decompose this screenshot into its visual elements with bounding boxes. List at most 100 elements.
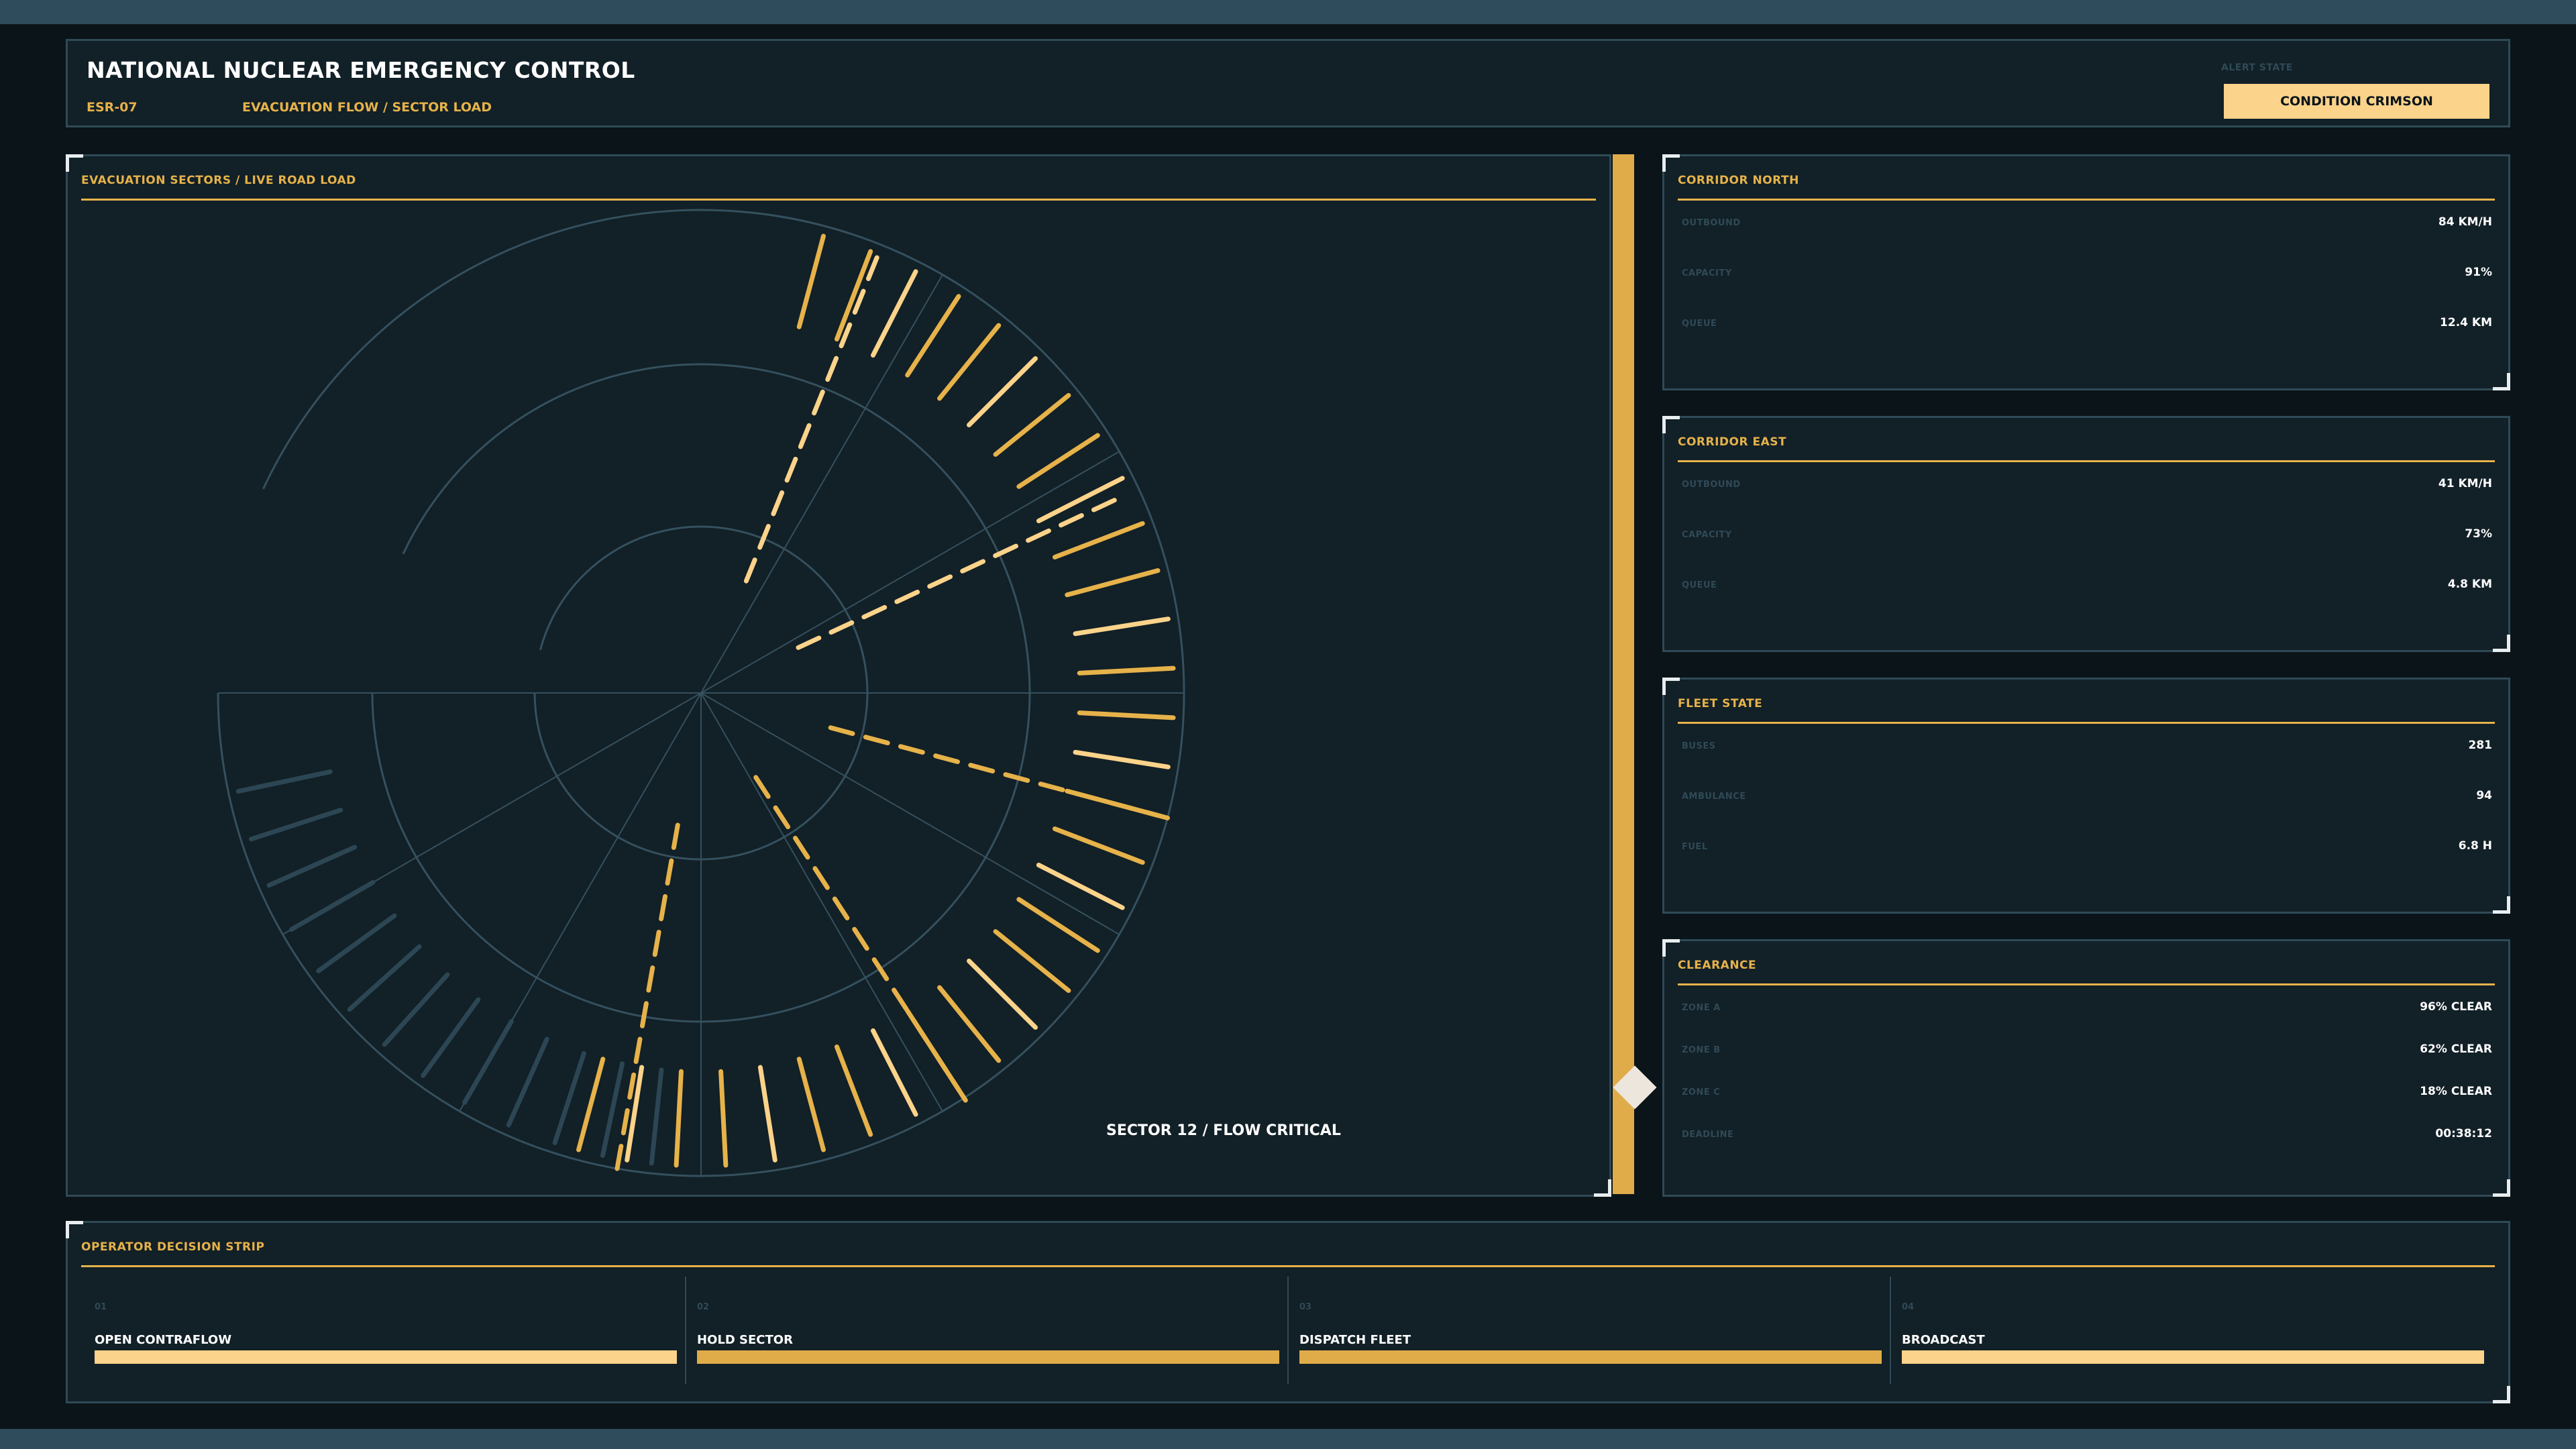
stat-value: 18% CLEAR xyxy=(2420,1085,2492,1098)
stat-label: CAPACITY xyxy=(1682,268,1732,278)
stat-label: OUTBOUND xyxy=(1682,218,1741,228)
card-title: CLEARANCE xyxy=(1678,959,2495,985)
road-load-bar xyxy=(967,959,1038,1030)
sector-spoke xyxy=(700,274,943,694)
operator-decision-strip: OPERATOR DECISION STRIP 01 OPEN CONTRAFL… xyxy=(66,1221,2510,1403)
corridor-north-card: CORRIDOR NORTH OUTBOUND 84 KM/H CAPACITY… xyxy=(1662,154,2510,390)
stat-value: 73% xyxy=(2465,527,2492,541)
road-load-bar-idle xyxy=(382,972,450,1047)
road-load-bar xyxy=(718,1069,729,1168)
stat-value: 6.8 H xyxy=(2458,839,2492,853)
sector-spoke xyxy=(700,451,1120,694)
hold-sector-button[interactable] xyxy=(697,1350,1279,1364)
road-load-bar xyxy=(796,233,826,329)
evacuation-route xyxy=(753,775,971,1106)
stat-label: BUSES xyxy=(1682,741,1716,751)
option-label: OPEN CONTRAFLOW xyxy=(95,1333,232,1347)
road-load-bar xyxy=(1052,521,1145,560)
road-load-bar xyxy=(905,294,961,378)
option-label: DISPATCH FLEET xyxy=(1299,1333,1411,1347)
road-load-bar-idle xyxy=(249,808,343,842)
decision-option-hold-sector[interactable]: 02 HOLD SECTOR xyxy=(670,1274,1279,1387)
road-load-bar-idle xyxy=(235,769,333,794)
card-title: FLEET STATE xyxy=(1678,697,2495,724)
stat-label: QUEUE xyxy=(1682,319,1717,329)
decision-option-open-contraflow[interactable]: 01 OPEN CONTRAFLOW xyxy=(68,1274,677,1387)
option-number: 02 xyxy=(697,1302,710,1312)
open-contraflow-button[interactable] xyxy=(95,1350,677,1364)
road-load-bar xyxy=(1073,616,1171,637)
corner-bracket xyxy=(2493,896,2510,914)
corner-bracket xyxy=(1662,678,1680,695)
corner-bracket xyxy=(66,1221,83,1238)
stat-value: 12.4 KM xyxy=(2440,316,2492,329)
stat-label: ZONE C xyxy=(1682,1087,1721,1097)
corner-bracket xyxy=(2493,1386,2510,1403)
option-label: HOLD SECTOR xyxy=(697,1333,793,1347)
road-load-bar xyxy=(993,929,1071,994)
stat-label: QUEUE xyxy=(1682,580,1717,590)
system-code: ESR-07 xyxy=(87,100,138,115)
road-load-bar xyxy=(1016,433,1100,489)
dispatch-fleet-button[interactable] xyxy=(1299,1350,1882,1364)
road-load-bar xyxy=(1073,749,1171,769)
road-load-bar xyxy=(1065,568,1161,598)
road-load-bar xyxy=(1077,710,1176,720)
corner-bracket xyxy=(1662,416,1680,433)
stat-label: FUEL xyxy=(1682,842,1708,852)
sector-status-label: SECTOR 12 / FLOW CRITICAL xyxy=(1106,1122,1341,1139)
stat-label: AMBULANCE xyxy=(1682,792,1746,802)
road-load-bar-idle xyxy=(347,944,422,1012)
road-load-bar xyxy=(576,1057,606,1152)
corner-bracket xyxy=(1662,939,1680,957)
view-name: EVACUATION FLOW / SECTOR LOAD xyxy=(242,100,492,115)
decision-option-dispatch-fleet[interactable]: 03 DISPATCH FLEET xyxy=(1273,1274,1882,1387)
evacuation-route xyxy=(796,492,1129,650)
road-load-bar xyxy=(1016,897,1100,953)
stat-value: 4.8 KM xyxy=(2447,578,2492,591)
stat-label: OUTBOUND xyxy=(1682,480,1741,490)
corner-bracket xyxy=(2493,373,2510,390)
card-title: CORRIDOR NORTH xyxy=(1678,174,2495,201)
road-load-bar-idle xyxy=(506,1036,549,1128)
road-load-bar xyxy=(757,1065,777,1163)
corner-bracket xyxy=(2493,635,2510,652)
strip-title: OPERATOR DECISION STRIP xyxy=(81,1240,2495,1267)
road-load-bar xyxy=(871,1028,918,1117)
road-load-bar xyxy=(937,985,1002,1063)
alert-state-label: ALERT STATE xyxy=(2221,62,2293,73)
stat-value: 00:38:12 xyxy=(2435,1127,2492,1140)
decision-option-broadcast[interactable]: 04 BROADCAST xyxy=(1875,1274,2484,1387)
evacuation-route xyxy=(614,822,680,1171)
corner-bracket xyxy=(1662,154,1680,172)
road-load-bar xyxy=(1077,665,1176,676)
road-load-bar-idle xyxy=(552,1051,586,1145)
sector-spoke xyxy=(700,692,943,1112)
road-load-bar xyxy=(937,323,1002,401)
option-number: 03 xyxy=(1299,1302,1312,1312)
corner-bracket xyxy=(2493,1179,2510,1197)
stat-label: DEADLINE xyxy=(1682,1130,1734,1140)
stat-value: 62% CLEAR xyxy=(2420,1042,2492,1056)
map-scrollbar[interactable] xyxy=(1613,154,1634,1194)
road-load-bar xyxy=(993,392,1071,457)
road-load-bar xyxy=(796,1057,826,1152)
option-label: BROADCAST xyxy=(1902,1333,1985,1347)
stat-value: 281 xyxy=(2468,739,2493,752)
stat-value: 91% xyxy=(2465,266,2492,279)
clearance-card: CLEARANCE ZONE A 96% CLEAR ZONE B 62% CL… xyxy=(1662,939,2510,1197)
road-load-bar-idle xyxy=(316,913,397,973)
road-load-bar xyxy=(871,269,918,358)
alert-state-badge[interactable]: CONDITION CRIMSON xyxy=(2224,84,2489,119)
road-load-bar-idle xyxy=(649,1067,664,1166)
card-title: CORRIDOR EAST xyxy=(1678,435,2495,462)
road-load-bar xyxy=(1036,863,1125,910)
broadcast-button[interactable] xyxy=(1902,1350,2484,1364)
app-title: NATIONAL NUCLEAR EMERGENCY CONTROL xyxy=(87,57,635,83)
header-panel: NATIONAL NUCLEAR EMERGENCY CONTROL ESR-0… xyxy=(66,39,2510,127)
bottom-bar xyxy=(0,1429,2576,1449)
radial-sector-map[interactable] xyxy=(68,156,1611,1196)
road-load-bar-idle xyxy=(421,997,481,1078)
corridor-east-card: CORRIDOR EAST OUTBOUND 41 KM/H CAPACITY … xyxy=(1662,416,2510,652)
stat-value: 84 KM/H xyxy=(2438,215,2492,229)
